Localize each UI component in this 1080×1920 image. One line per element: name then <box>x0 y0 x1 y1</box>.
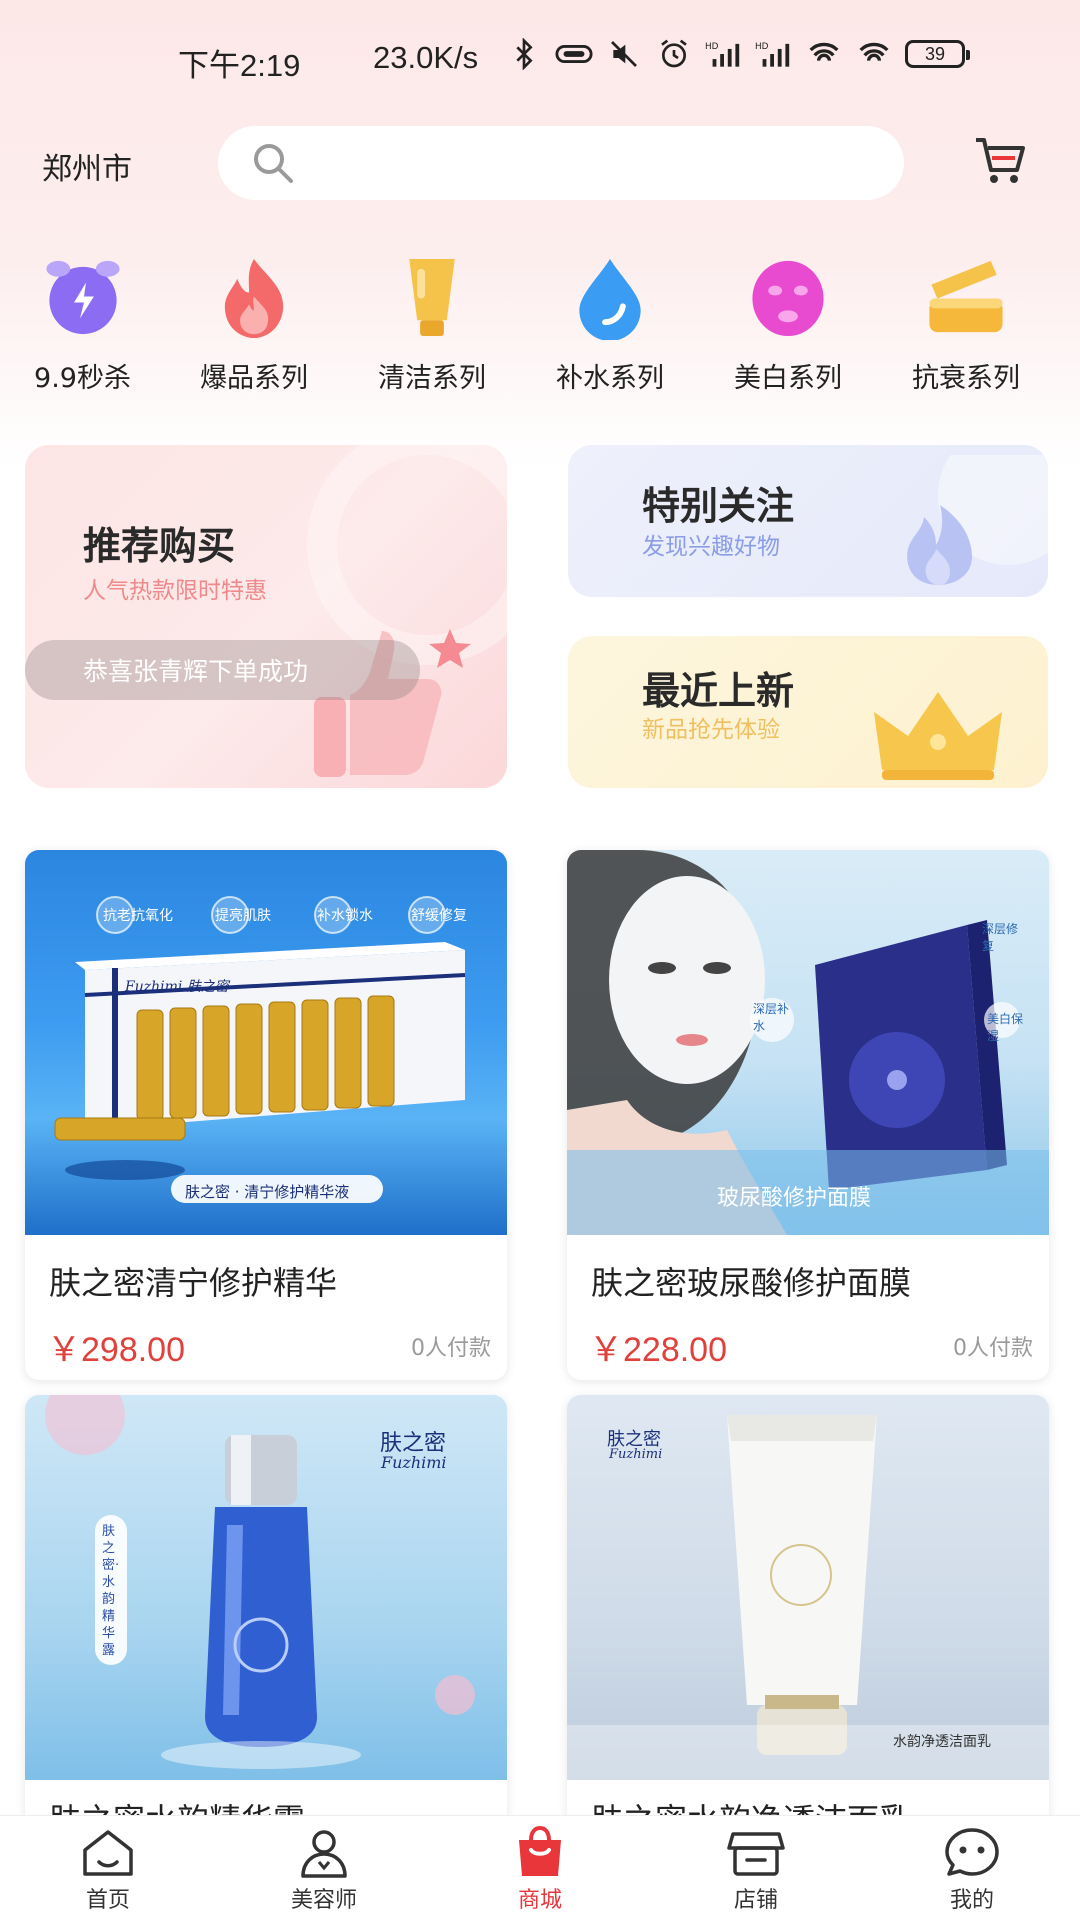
status-network-speed: 23.0K/s <box>373 40 479 75</box>
flame-icon <box>224 258 284 339</box>
product-side-text: 肤之密·水韵精华露 <box>102 1524 120 1658</box>
product-tag: 抗老抗氧化 <box>103 908 173 924</box>
tube-icon <box>409 258 455 337</box>
product-tag: 深层修复 <box>982 922 1019 953</box>
nav-label: 首页 <box>85 1888 130 1913</box>
product-card[interactable]: 玻尿酸修护面膜 深层补水 深层修复 美白保湿 肤之密玻尿酸修护面膜 ￥228.0… <box>567 850 1049 1380</box>
water-drop-icon <box>579 258 641 340</box>
nav-profile[interactable]: 我的 <box>864 1816 1080 1920</box>
hd-signal-icon: HD <box>705 42 740 67</box>
city-selector[interactable]: 郑州市 <box>42 144 132 188</box>
product-image: 肤之密 Fuzhimi 水韵净透洁面乳 <box>567 1395 1049 1780</box>
shopping-bag-icon <box>519 1826 561 1876</box>
profile-icon <box>945 1828 999 1876</box>
product-image-caption: 肤之密 · 清宁修护精华液 <box>185 1183 350 1201</box>
promo-new-subtitle: 新品抢先体验 <box>642 717 780 743</box>
category-label: 清洁系列 <box>378 363 486 394</box>
promo-recommend-title: 推荐购买 <box>83 524 236 568</box>
product-brand: Fuzhimi 肤之密 <box>125 979 229 995</box>
nav-beautician[interactable]: 美容师 <box>216 1816 432 1920</box>
promo-new-card[interactable]: 最近上新 新品抢先体验 <box>568 636 1048 788</box>
category-label: 9.9秒杀 <box>34 363 131 394</box>
category-label: 补水系列 <box>556 363 664 394</box>
flame-decor-icon <box>907 455 1048 585</box>
face-mask-illustration <box>567 850 1049 1235</box>
promo-attention-title: 特别关注 <box>642 484 795 528</box>
alarm-clock-icon <box>45 260 120 335</box>
promo-recommend-card[interactable]: 推荐购买 人气热款限时特惠 恭喜张青辉下单成功 <box>25 445 507 788</box>
search-bar[interactable] <box>218 126 904 200</box>
product-tag: 补水锁水 <box>317 908 373 924</box>
promo-attention-card[interactable]: 特别关注 发现兴趣好物 <box>568 445 1048 597</box>
bottom-nav: 首页 美容师 商城 店铺 我的 <box>0 1815 1080 1920</box>
alarm-icon <box>661 39 687 68</box>
product-image: 肤之密 · 清宁修护精华液 抗老抗氧化 提亮肌肤 补水锁水 舒缓修复 Fuzhi… <box>25 850 507 1235</box>
svg-text:HD: HD <box>755 42 769 52</box>
category-label: 抗衰系列 <box>912 363 1020 394</box>
status-icons: HD HD 39 <box>505 38 970 70</box>
status-bar: 下午2:19 23.0K/s HD HD 39 <box>0 0 1080 110</box>
status-time: 下午2:19 <box>178 48 301 83</box>
category-hydration[interactable]: 补水系列 <box>521 255 699 395</box>
category-anti-aging[interactable]: 抗衰系列 <box>877 255 1055 395</box>
beautician-icon <box>301 1830 347 1878</box>
category-label: 美白系列 <box>734 363 842 394</box>
product-tag: 提亮肌肤 <box>215 908 271 924</box>
nav-label: 商城 <box>517 1888 562 1913</box>
product-sold-count: 0人付款 <box>953 1336 1033 1361</box>
wifi-icon <box>809 42 839 61</box>
nav-label: 美容师 <box>290 1888 357 1913</box>
nav-label: 店铺 <box>733 1888 778 1913</box>
hd-signal-icon: HD <box>755 42 790 67</box>
category-whitening[interactable]: 美白系列 <box>699 255 877 395</box>
promo-new-title: 最近上新 <box>642 669 795 713</box>
promo-recommend-subtitle: 人气热款限时特惠 <box>83 578 267 604</box>
category-label: 爆品系列 <box>200 363 308 394</box>
product-image: 肤之密 Fuzhimi 肤之密·水韵精华露 <box>25 1395 507 1780</box>
order-notification-toast: 恭喜张青辉下单成功 <box>25 640 420 700</box>
category-cleansing[interactable]: 清洁系列 <box>343 255 521 395</box>
header: 郑州市 <box>0 120 1080 210</box>
product-card[interactable]: 肤之密 Fuzhimi 肤之密·水韵精华露 肤之密水韵精华露 <box>25 1395 507 1855</box>
product-brand-en: Fuzhimi <box>381 1453 447 1472</box>
product-tag: 深层补水 <box>753 1002 790 1033</box>
nav-mall[interactable]: 商城 <box>432 1816 648 1920</box>
product-card[interactable]: 肤之密 Fuzhimi 水韵净透洁面乳 肤之密水韵净透洁面乳 <box>567 1395 1049 1855</box>
product-image-caption: 玻尿酸修护面膜 <box>717 1186 872 1211</box>
product-tag: 美白保湿 <box>987 1012 1024 1043</box>
product-sold-count: 0人付款 <box>411 1336 491 1361</box>
product-tag: 舒缓修复 <box>411 908 467 924</box>
product-price: ￥228.00 <box>589 1331 727 1369</box>
crown-icon <box>874 692 1002 780</box>
product-card[interactable]: 肤之密 · 清宁修护精华液 抗老抗氧化 提亮肌肤 补水锁水 舒缓修复 Fuzhi… <box>25 850 507 1380</box>
nav-home[interactable]: 首页 <box>0 1816 216 1920</box>
home-icon <box>83 1830 133 1876</box>
product-image: 玻尿酸修护面膜 深层补水 深层修复 美白保湿 <box>567 850 1049 1235</box>
product-name: 肤之密玻尿酸修护面膜 <box>591 1264 912 1302</box>
search-input[interactable] <box>308 133 904 193</box>
svg-text:HD: HD <box>705 42 719 52</box>
mute-icon <box>611 41 637 67</box>
nav-label: 我的 <box>949 1888 994 1913</box>
category-row: 9.9秒杀 爆品系列 清洁系列 补水系列 美白系列 抗衰系列 <box>0 255 1080 395</box>
product-price: ￥298.00 <box>47 1331 185 1369</box>
product-name: 肤之密清宁修护精华 <box>49 1264 338 1302</box>
nav-store[interactable]: 店铺 <box>648 1816 864 1920</box>
bluetooth-icon <box>516 38 533 70</box>
cream-jar-icon <box>929 260 1003 333</box>
product-image-caption: 水韵净透洁面乳 <box>893 1734 991 1750</box>
wifi-icon <box>859 42 889 61</box>
category-hot[interactable]: 爆品系列 <box>165 255 343 395</box>
promo-attention-subtitle: 发现兴趣好物 <box>642 534 780 560</box>
cart-icon[interactable] <box>970 130 1030 190</box>
battery-icon: 39 <box>905 40 970 68</box>
category-flash-sale[interactable]: 9.9秒杀 <box>0 255 165 395</box>
product-brand-en: Fuzhimi <box>609 1447 663 1462</box>
store-icon <box>727 1832 785 1876</box>
nfc-icon <box>555 44 593 64</box>
search-icon <box>254 144 293 183</box>
face-mask-icon <box>752 260 824 337</box>
